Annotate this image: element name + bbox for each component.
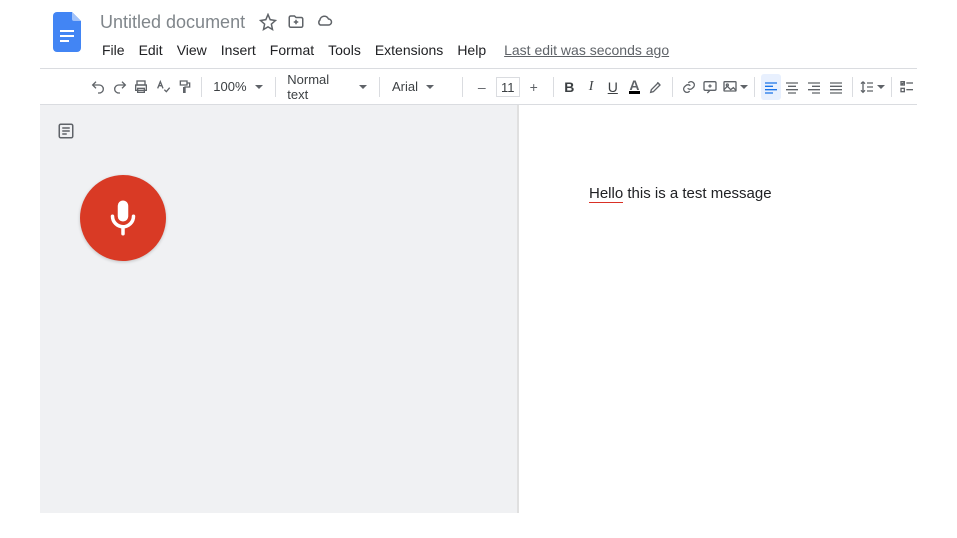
- separator: [852, 77, 853, 97]
- checklist-button[interactable]: [897, 74, 917, 100]
- docs-logo[interactable]: [50, 10, 86, 54]
- menu-format[interactable]: Format: [264, 38, 320, 62]
- text-color-button[interactable]: A: [625, 74, 645, 100]
- line-spacing-button[interactable]: [859, 74, 885, 100]
- star-icon[interactable]: [259, 13, 277, 31]
- font-size-control: – 11 +: [469, 74, 547, 100]
- separator: [275, 77, 276, 97]
- insert-link-button[interactable]: [679, 74, 699, 100]
- last-edit-link[interactable]: Last edit was seconds ago: [504, 42, 669, 58]
- text-color-letter: A: [629, 79, 639, 94]
- cloud-status-icon[interactable]: [315, 13, 333, 31]
- zoom-select[interactable]: 100%: [207, 74, 268, 100]
- microphone-icon: [102, 197, 144, 239]
- style-value: Normal text: [287, 72, 351, 102]
- move-icon[interactable]: [287, 13, 305, 31]
- menu-insert[interactable]: Insert: [215, 38, 262, 62]
- zoom-value: 100%: [213, 79, 246, 94]
- italic-button[interactable]: I: [581, 74, 601, 100]
- document-page[interactable]: Hello this is a test message: [518, 105, 917, 513]
- document-text-rest: this is a test message: [623, 185, 771, 202]
- align-justify-button[interactable]: [826, 74, 846, 100]
- workspace: Hello this is a test message: [40, 105, 917, 513]
- menu-file[interactable]: File: [96, 38, 131, 62]
- font-size-increase[interactable]: +: [521, 74, 547, 100]
- align-right-button[interactable]: [804, 74, 824, 100]
- title-row: Untitled document: [96, 10, 669, 34]
- header: Untitled document File Edit View Insert …: [0, 0, 957, 62]
- paragraph-style-select[interactable]: Normal text: [281, 74, 373, 100]
- menu-view[interactable]: View: [171, 38, 213, 62]
- print-button[interactable]: [131, 74, 151, 100]
- paint-format-button[interactable]: [175, 74, 195, 100]
- highlight-button[interactable]: [646, 74, 666, 100]
- font-value: Arial: [392, 79, 418, 94]
- separator: [201, 77, 202, 97]
- voice-typing-panel: [40, 105, 518, 513]
- font-family-select[interactable]: Arial: [386, 74, 456, 100]
- docs-logo-icon: [53, 12, 83, 52]
- menu-edit[interactable]: Edit: [133, 38, 169, 62]
- bold-button[interactable]: B: [560, 74, 580, 100]
- font-size-decrease[interactable]: –: [469, 74, 495, 100]
- document-body-text[interactable]: Hello this is a test message: [589, 185, 772, 203]
- undo-button[interactable]: [88, 74, 108, 100]
- insert-comment-button[interactable]: [700, 74, 720, 100]
- separator: [553, 77, 554, 97]
- separator: [672, 77, 673, 97]
- separator: [891, 77, 892, 97]
- separator: [379, 77, 380, 97]
- title-area: Untitled document File Edit View Insert …: [96, 10, 669, 62]
- toolbar: 100% Normal text Arial – 11 + B I U A: [40, 69, 917, 105]
- menubar: File Edit View Insert Format Tools Exten…: [96, 38, 669, 62]
- font-size-value[interactable]: 11: [496, 77, 520, 97]
- insert-image-button[interactable]: [722, 74, 748, 100]
- menu-tools[interactable]: Tools: [322, 38, 367, 62]
- separator: [462, 77, 463, 97]
- underline-button[interactable]: U: [603, 74, 623, 100]
- voice-typing-mic-button[interactable]: [80, 175, 166, 261]
- spelling-error-word[interactable]: Hello: [589, 185, 623, 203]
- align-left-button[interactable]: [761, 74, 781, 100]
- document-outline-toggle[interactable]: [54, 119, 78, 143]
- doc-title[interactable]: Untitled document: [96, 12, 249, 33]
- title-actions: [259, 13, 333, 31]
- redo-button[interactable]: [110, 74, 130, 100]
- separator: [754, 77, 755, 97]
- menu-help[interactable]: Help: [451, 38, 492, 62]
- menu-extensions[interactable]: Extensions: [369, 38, 449, 62]
- align-center-button[interactable]: [783, 74, 803, 100]
- spellcheck-button[interactable]: [153, 74, 173, 100]
